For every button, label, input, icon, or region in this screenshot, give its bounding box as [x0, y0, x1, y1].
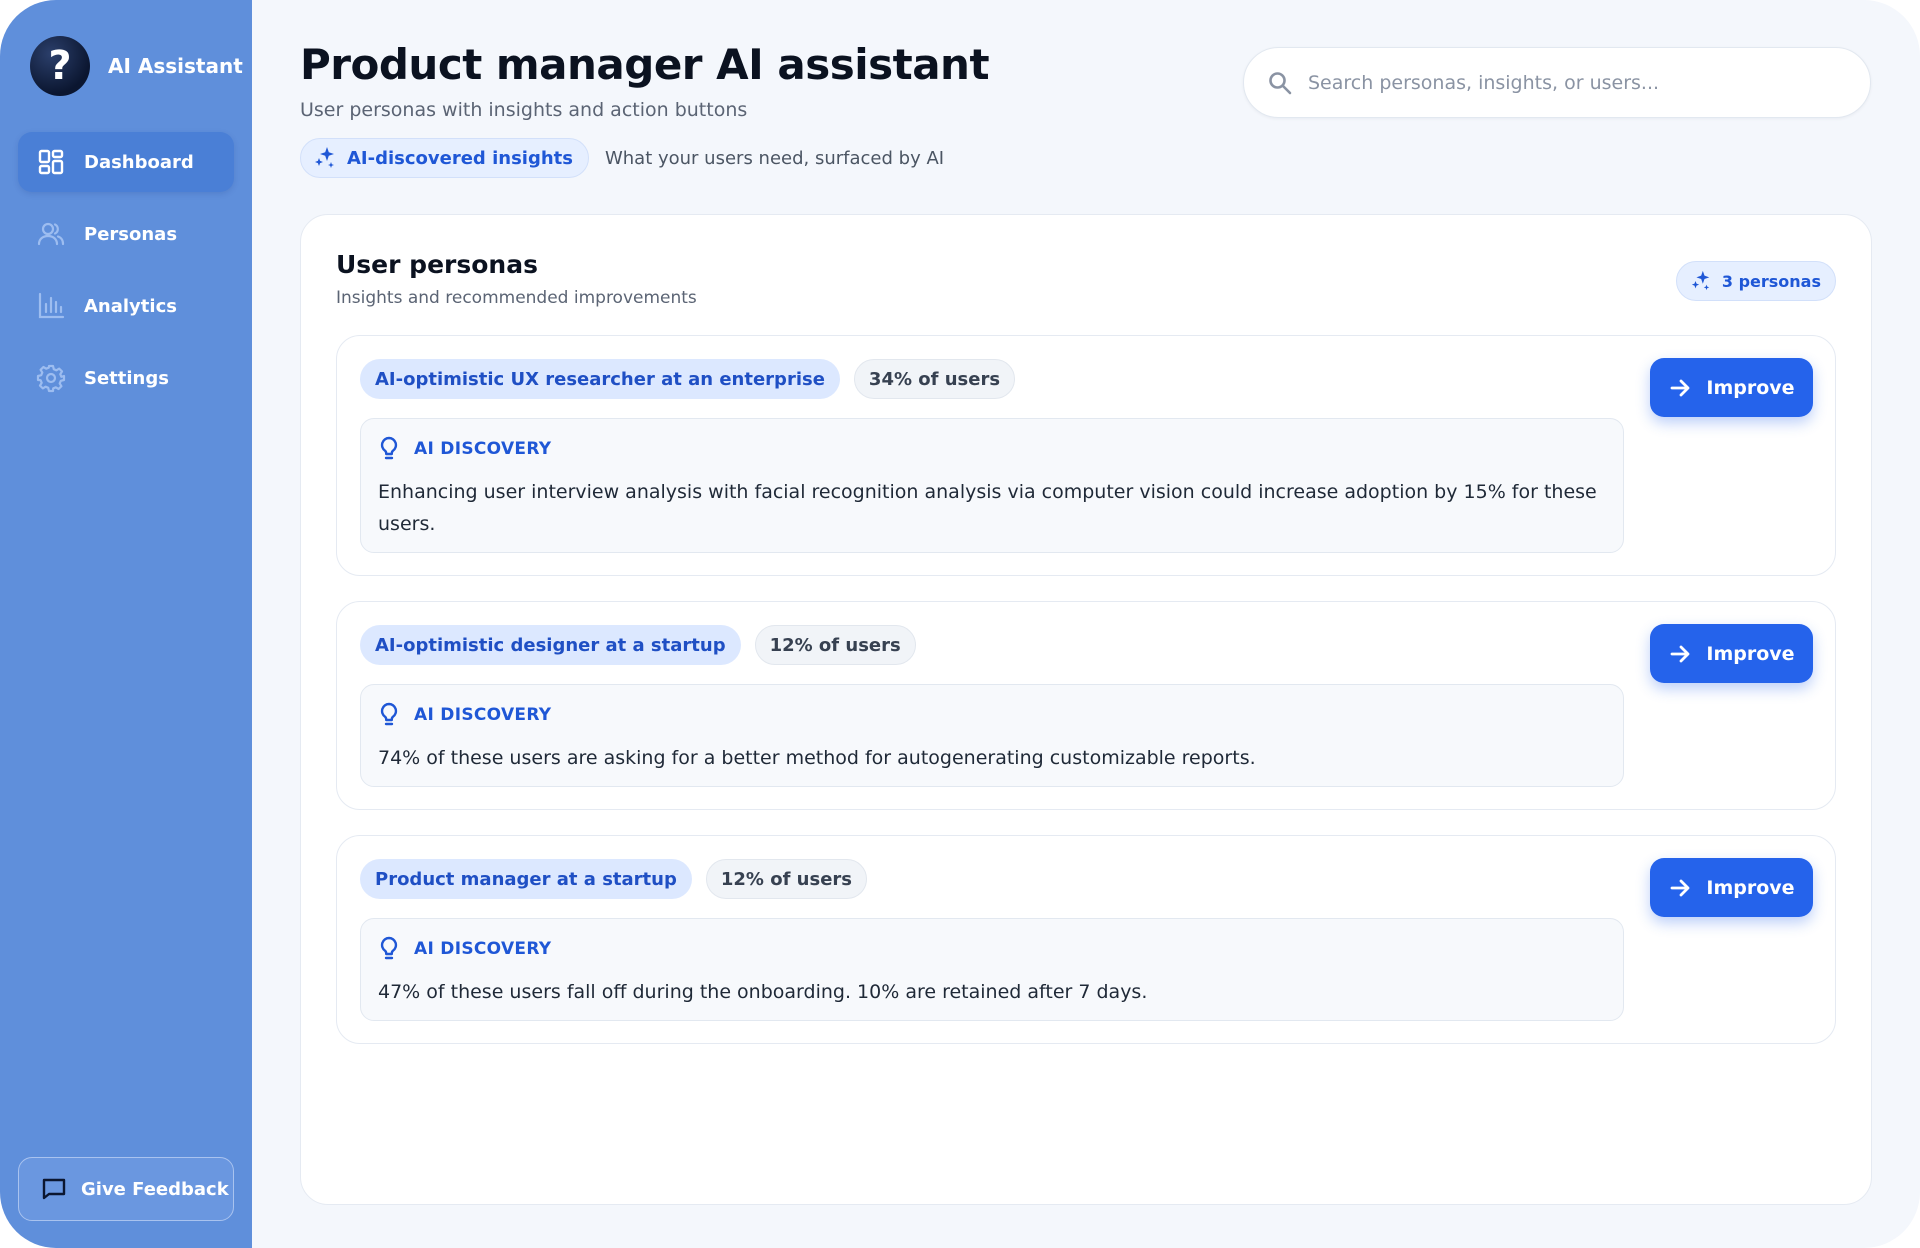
- page-subtitle: User personas with insights and action b…: [300, 99, 748, 121]
- ai-discovery-label: AI DISCOVERY: [414, 939, 552, 959]
- insight-text: 47% of these users fall off during the o…: [378, 981, 1148, 1003]
- lightbulb-icon: [378, 436, 400, 462]
- lightbulb-icon: [378, 702, 400, 728]
- personas-panel: User personas Insights and recommended i…: [300, 214, 1872, 1205]
- persona-tags: Product manager at a startup 12% of user…: [360, 859, 868, 899]
- brand-name: AI Assistant: [108, 54, 243, 78]
- sidebar-item-label: Dashboard: [84, 151, 194, 173]
- persona-name-tag: AI-optimistic UX researcher at an enterp…: [360, 359, 840, 399]
- lightbulb-icon: [378, 936, 400, 962]
- insight-text: Enhancing user interview analysis with f…: [378, 481, 1597, 535]
- panel-subtitle: Insights and recommended improvements: [336, 288, 697, 308]
- ai-discovery-box: AI DISCOVERY 47% of these users fall off…: [360, 918, 1624, 1021]
- improve-button-label: Improve: [1706, 642, 1795, 665]
- sidebar-item-label: Settings: [84, 367, 169, 389]
- insights-row: AI-discovered insights What your users n…: [300, 138, 944, 178]
- arrow-right-icon: [1668, 876, 1692, 900]
- persona-share-tag: 34% of users: [853, 359, 1016, 399]
- persona-card: Product manager at a startup 12% of user…: [336, 835, 1836, 1044]
- brand[interactable]: ? AI Assistant: [30, 35, 243, 97]
- insights-caption: What your users need, surfaced by AI: [604, 147, 945, 169]
- ai-discovery-label: AI DISCOVERY: [414, 439, 552, 459]
- sidebar: ? AI Assistant Dashboard Personas Analyt…: [0, 0, 252, 1248]
- sparkles-icon: [1690, 270, 1712, 292]
- sparkles-icon: [313, 146, 337, 170]
- improve-button-label: Improve: [1706, 876, 1795, 899]
- brand-logo-icon: ?: [30, 36, 90, 96]
- ai-insights-badge-label: AI-discovered insights: [347, 147, 573, 169]
- persona-tags: AI-optimistic designer at a startup 12% …: [360, 625, 916, 665]
- improve-button-label: Improve: [1706, 376, 1795, 399]
- message-square-icon: [39, 1174, 69, 1204]
- sidebar-item-label: Analytics: [84, 295, 177, 317]
- dashboard-grid-icon: [36, 147, 66, 177]
- improve-button[interactable]: Improve: [1650, 858, 1813, 917]
- bar-chart-icon: [36, 291, 66, 321]
- page-title: Product manager AI assistant: [300, 40, 990, 89]
- persona-card: AI-optimistic UX researcher at an enterp…: [336, 335, 1836, 576]
- ai-discovery-box: AI DISCOVERY 74% of these users are aski…: [360, 684, 1624, 787]
- persona-name-tag: Product manager at a startup: [360, 859, 692, 899]
- arrow-right-icon: [1668, 642, 1692, 666]
- sidebar-item-dashboard[interactable]: Dashboard: [18, 132, 234, 192]
- app-window: ? AI Assistant Dashboard Personas Analyt…: [0, 0, 1920, 1248]
- persona-count-label: 3 personas: [1721, 271, 1821, 291]
- search-bar[interactable]: [1243, 47, 1871, 118]
- improve-button[interactable]: Improve: [1650, 358, 1813, 417]
- persona-card: AI-optimistic designer at a startup 12% …: [336, 601, 1836, 810]
- panel-title: User personas: [336, 250, 538, 279]
- persona-name-tag: AI-optimistic designer at a startup: [360, 625, 741, 665]
- persona-share-tag: 12% of users: [754, 625, 916, 665]
- persona-tags: AI-optimistic UX researcher at an enterp…: [360, 359, 1016, 399]
- sidebar-item-settings[interactable]: Settings: [18, 348, 234, 408]
- arrow-right-icon: [1668, 376, 1692, 400]
- improve-button[interactable]: Improve: [1650, 624, 1813, 683]
- sidebar-nav: Dashboard Personas Analytics Settings: [18, 132, 234, 420]
- sidebar-item-label: Personas: [84, 223, 178, 245]
- users-icon: [36, 219, 66, 249]
- persona-count-badge: 3 personas: [1675, 261, 1836, 301]
- give-feedback-button[interactable]: Give Feedback: [18, 1157, 234, 1221]
- search-icon: [1266, 69, 1294, 97]
- sidebar-item-personas[interactable]: Personas: [18, 204, 234, 264]
- ai-discovery-label: AI DISCOVERY: [414, 705, 552, 725]
- ai-discovery-box: AI DISCOVERY Enhancing user interview an…: [360, 418, 1624, 553]
- insight-text: 74% of these users are asking for a bett…: [378, 747, 1256, 769]
- ai-insights-badge: AI-discovered insights: [300, 138, 589, 178]
- sidebar-item-analytics[interactable]: Analytics: [18, 276, 234, 336]
- persona-share-tag: 12% of users: [705, 859, 868, 899]
- gear-icon: [36, 363, 66, 393]
- give-feedback-label: Give Feedback: [81, 1178, 229, 1200]
- search-input[interactable]: [1308, 71, 1848, 94]
